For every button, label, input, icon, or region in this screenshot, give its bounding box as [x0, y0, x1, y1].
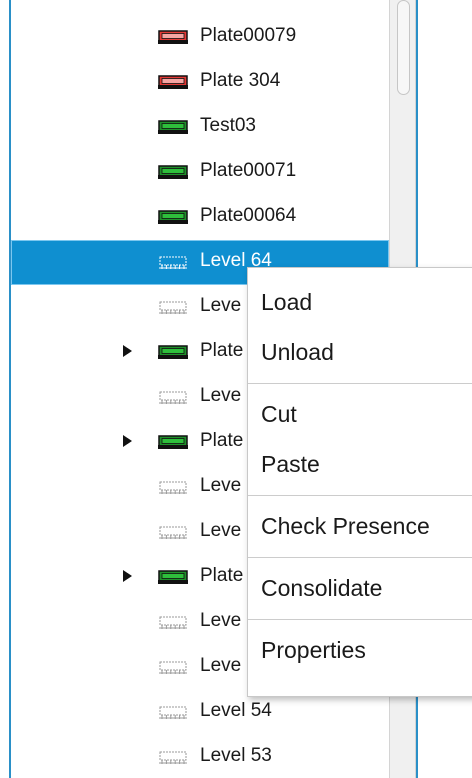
plate-icon — [158, 75, 188, 89]
level-icon — [158, 300, 188, 314]
tree-item-label: Plate00071 — [200, 160, 297, 181]
menu-item-label: Consolidate — [261, 575, 383, 601]
tree-item[interactable]: Plate 304 — [11, 60, 389, 105]
menu-item-consolidate[interactable]: Consolidate — [248, 564, 472, 612]
tree-item-label: Leve — [200, 385, 242, 406]
plate-icon — [158, 30, 188, 44]
tree-item[interactable]: Plate00079 — [11, 15, 389, 60]
tree-item-label: Level 54 — [200, 700, 272, 721]
menu-item-label: Paste — [261, 451, 320, 477]
tree-item-label: Leve — [200, 655, 242, 676]
tree-item-label: Plate — [200, 565, 244, 586]
context-menu: Load Unload Cut Paste Check Presence Consolid… — [247, 267, 472, 697]
tree-item[interactable]: Plate00064 — [11, 195, 389, 240]
tree-item-label: Level 53 — [200, 745, 272, 766]
tree-item-label: Plate00064 — [200, 205, 297, 226]
expand-arrow-icon[interactable] — [123, 435, 132, 447]
level-icon — [158, 705, 188, 719]
tree-item-label: Leve — [200, 520, 242, 541]
level-icon — [158, 480, 188, 494]
menu-item-label: Load — [261, 289, 313, 315]
plate-icon — [158, 345, 188, 359]
plate-icon — [158, 120, 188, 134]
expand-arrow-icon[interactable] — [123, 570, 132, 582]
menu-item-properties[interactable]: Properties — [248, 626, 472, 674]
menu-item-load[interactable]: Load — [248, 278, 472, 326]
tree-item[interactable]: Level 53 — [11, 735, 389, 778]
menu-item-label: Unload — [261, 339, 334, 365]
tree-item-label: Plate — [200, 430, 244, 451]
tree-item-label: Test03 — [200, 115, 256, 136]
plate-icon — [158, 570, 188, 584]
menu-item-label: Check Presence — [261, 513, 430, 539]
level-icon — [158, 390, 188, 404]
level-icon — [158, 255, 188, 269]
expand-arrow-icon[interactable] — [123, 345, 132, 357]
menu-separator — [248, 495, 472, 496]
menu-item-label: Properties — [261, 637, 366, 663]
tree-item-label: Plate00079 — [200, 25, 297, 46]
menu-item-unload[interactable]: Unload — [248, 328, 472, 376]
scrollbar-thumb[interactable] — [397, 0, 410, 95]
menu-separator — [248, 383, 472, 384]
level-icon — [158, 660, 188, 674]
menu-item-check-presence[interactable]: Check Presence — [248, 502, 472, 550]
level-icon — [158, 525, 188, 539]
tree-item-label: Plate — [200, 340, 244, 361]
plate-icon — [158, 435, 188, 449]
menu-item-cut[interactable]: Cut — [248, 390, 472, 438]
tree-item-label: Plate 304 — [200, 70, 281, 91]
tree-item-label: Leve — [200, 610, 242, 631]
menu-separator — [248, 557, 472, 558]
level-icon — [158, 750, 188, 764]
menu-separator — [248, 619, 472, 620]
tree-item-label: Leve — [200, 475, 242, 496]
tree-item-label: Leve — [200, 295, 242, 316]
plate-icon — [158, 210, 188, 224]
level-icon — [158, 615, 188, 629]
plate-icon — [158, 165, 188, 179]
menu-item-label: Cut — [261, 401, 297, 427]
tree-item[interactable]: Plate00071 — [11, 150, 389, 195]
menu-item-paste[interactable]: Paste — [248, 440, 472, 488]
tree-item[interactable]: Test03 — [11, 105, 389, 150]
